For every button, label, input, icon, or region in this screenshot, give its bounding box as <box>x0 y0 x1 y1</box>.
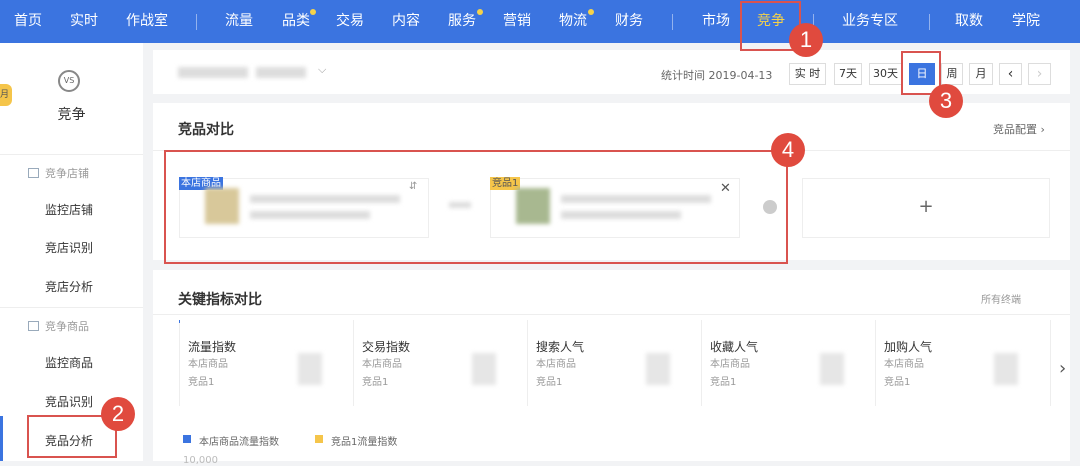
compare-config-link[interactable]: 竞品配置 › <box>993 121 1045 137</box>
nav-service[interactable]: 服务 <box>448 0 476 43</box>
sidebar-item-monitor-shop[interactable]: 监控店铺 <box>45 201 93 218</box>
sidebar-item-shop-analysis[interactable]: 竞店分析 <box>45 278 93 295</box>
nav-separator <box>196 14 197 30</box>
metric-row-rival: 竞品1 <box>710 377 737 388</box>
top-nav: 首页 实时 作战室 流量 品类 交易 内容 服务 营销 物流 财务 市场 竞争 … <box>0 0 1080 43</box>
divider <box>153 314 1070 315</box>
nav-category-dot <box>310 9 316 15</box>
nav-academy[interactable]: 学院 <box>1012 0 1040 43</box>
metric-card-trade[interactable]: 交易指数 本店商品 竞品1 <box>354 320 528 406</box>
metric-label: 交易指数 <box>362 340 411 354</box>
period-realtime-button[interactable]: 实 时 <box>789 63 826 85</box>
legend-rival-label: 竞品1流量指数 <box>331 437 398 448</box>
divider <box>0 307 143 308</box>
nav-marketing[interactable]: 营销 <box>503 0 531 43</box>
nav-logistics-dot <box>588 9 594 15</box>
sidebar-item-shop-identify[interactable]: 竞店识别 <box>45 239 93 256</box>
nav-category[interactable]: 品类 <box>282 0 310 43</box>
metrics-next-icon[interactable]: › <box>1059 358 1066 379</box>
metric-row-own: 本店商品 <box>536 359 576 370</box>
nav-service-dot <box>477 9 483 15</box>
nav-realtime[interactable]: 实时 <box>70 0 98 43</box>
period-month-button[interactable]: 月 <box>969 63 993 85</box>
metric-card-favorite[interactable]: 收藏人气 本店商品 竞品1 <box>702 320 876 406</box>
metric-card-cart[interactable]: 加购人气 本店商品 竞品1 <box>876 320 1050 406</box>
metric-label: 流量指数 <box>188 340 237 354</box>
metric-row-rival: 竞品1 <box>884 377 911 388</box>
metric-label: 收藏人气 <box>710 340 759 354</box>
metric-row-rival: 竞品1 <box>362 377 389 388</box>
metric-row-own: 本店商品 <box>188 359 228 370</box>
prev-page-button[interactable]: ‹ <box>999 63 1022 85</box>
nav-logistics[interactable]: 物流 <box>559 0 587 43</box>
nav-separator <box>929 14 930 30</box>
legend-own-swatch <box>183 435 191 443</box>
annotation-badge-4: 4 <box>771 133 805 167</box>
annotation-badge-2: 2 <box>101 397 135 431</box>
product-icon <box>28 321 39 331</box>
metric-row-rival: 竞品1 <box>536 377 563 388</box>
nav-traffic[interactable]: 流量 <box>225 0 253 43</box>
legend-rival-swatch <box>315 435 323 443</box>
metric-card-search[interactable]: 搜索人气 本店商品 竞品1 <box>528 320 702 406</box>
metric-label: 搜索人气 <box>536 340 585 354</box>
metric-row-rival: 竞品1 <box>188 377 215 388</box>
compare-title: 竞品对比 <box>178 122 234 138</box>
annotation-badge-1: 1 <box>789 23 823 57</box>
sidebar-item-monitor-product[interactable]: 监控商品 <box>45 354 93 371</box>
metric-label: 加购人气 <box>884 340 933 354</box>
nav-business-zone[interactable]: 业务专区 <box>842 0 898 43</box>
metric-row-own: 本店商品 <box>884 359 924 370</box>
sidebar-active-indicator <box>0 416 3 461</box>
sidebar-group-products: 竞争商品 <box>28 318 89 334</box>
metric-row-own: 本店商品 <box>362 359 402 370</box>
blurred-product-selector[interactable] <box>178 67 248 78</box>
nav-market[interactable]: 市场 <box>702 0 730 43</box>
nav-trade[interactable]: 交易 <box>336 0 364 43</box>
blurred-value <box>646 353 670 385</box>
sidebar-item-product-identify[interactable]: 竞品识别 <box>45 393 93 410</box>
period-30days-button[interactable]: 30天 <box>869 63 902 85</box>
metric-row-own: 本店商品 <box>710 359 750 370</box>
metrics-title: 关键指标对比 <box>178 292 262 308</box>
nav-separator <box>672 14 673 30</box>
nav-content[interactable]: 内容 <box>392 0 420 43</box>
terminal-filter[interactable]: 所有终端 <box>981 291 1021 306</box>
sidebar-title: 竞争 <box>57 107 86 123</box>
period-7days-button[interactable]: 7天 <box>834 63 862 85</box>
nav-data[interactable]: 取数 <box>955 0 983 43</box>
sidebar-month-tab[interactable]: 月 <box>0 84 12 106</box>
next-page-button[interactable]: › <box>1028 63 1051 85</box>
annotation-box-compare <box>164 150 788 264</box>
blurred-value <box>298 353 322 385</box>
vs-logo-icon: VS <box>58 70 80 92</box>
shop-icon <box>28 168 39 178</box>
nav-home[interactable]: 首页 <box>14 0 42 43</box>
annotation-badge-3: 3 <box>929 84 963 118</box>
blurred-value <box>994 353 1018 385</box>
blurred-value <box>472 353 496 385</box>
nav-finance[interactable]: 财务 <box>615 0 643 43</box>
nav-warroom[interactable]: 作战室 <box>126 0 168 43</box>
sidebar-group-shops: 竞争店铺 <box>28 165 89 181</box>
metric-card-traffic[interactable]: 流量指数 本店商品 竞品1 <box>180 320 354 406</box>
add-rival-button[interactable]: + <box>802 178 1050 238</box>
divider <box>0 154 143 155</box>
stat-time: 统计时间 2019-04-13 <box>661 69 773 82</box>
period-week-button[interactable]: 周 <box>941 63 963 85</box>
blurred-product-selector[interactable] <box>256 67 306 78</box>
chevron-down-icon[interactable]: ⌵ <box>318 63 326 77</box>
legend-own-label: 本店商品流量指数 <box>199 437 279 448</box>
blurred-value <box>820 353 844 385</box>
